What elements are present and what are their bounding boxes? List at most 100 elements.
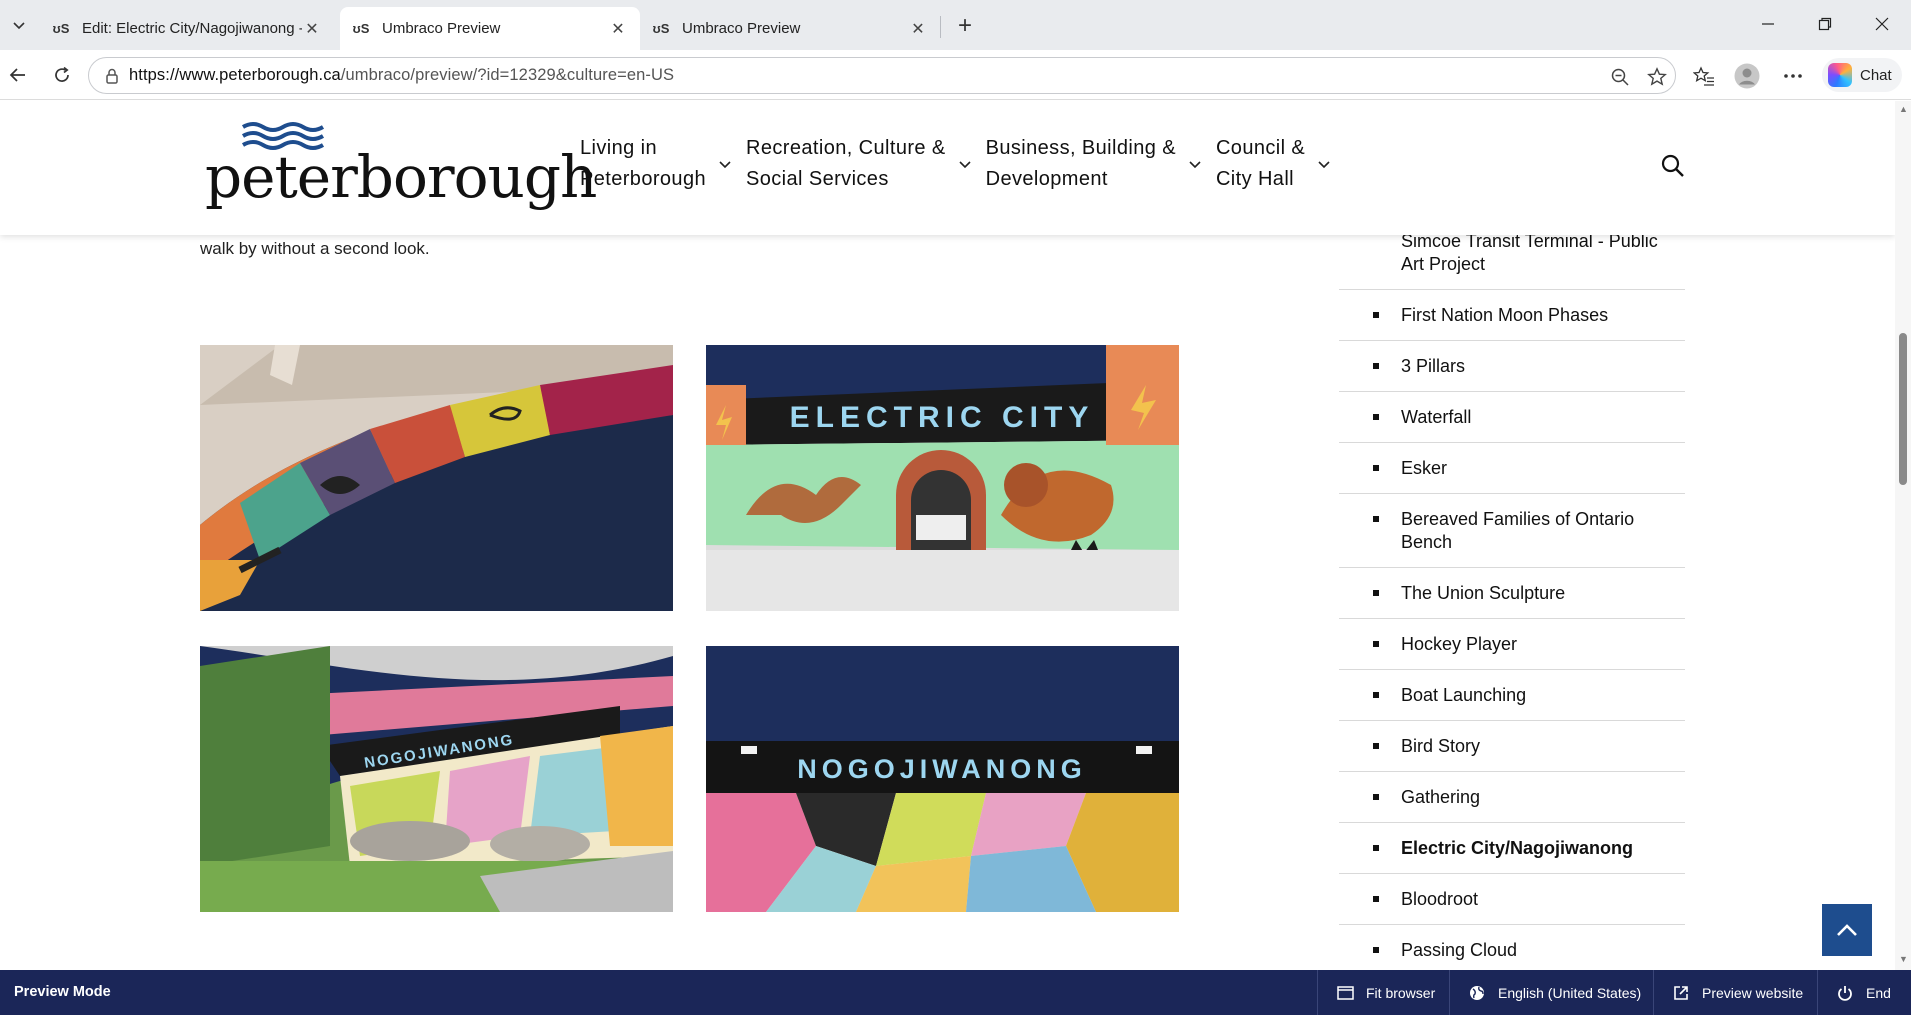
sidebar-item-gathering[interactable]: Gathering <box>1339 772 1685 823</box>
chat-label: Chat <box>1860 66 1892 84</box>
page-scrollbar[interactable]: ▲ ▼ <box>1895 101 1911 970</box>
umbraco-preview-bar: Preview Mode Fit browser English (United… <box>0 970 1911 1015</box>
umbraco-favicon-icon: ʊS <box>352 21 370 36</box>
scroll-up-arrow-icon[interactable]: ▲ <box>1899 104 1908 114</box>
new-tab-plus-icon[interactable]: + <box>950 11 980 41</box>
tab-umbraco-preview-active[interactable]: ʊS Umbraco Preview ✕ <box>340 7 640 50</box>
url-text[interactable]: https://www.peterborough.ca/umbraco/prev… <box>129 66 674 85</box>
chevron-down-icon[interactable] <box>1188 159 1202 169</box>
browser-tab-bar: ʊS Edit: Electric City/Nagojiwanong - ✕ … <box>0 0 1911 50</box>
electric-city-sign: ELECTRIC CITY <box>790 401 1095 434</box>
favorite-star-icon[interactable] <box>1644 64 1670 90</box>
gallery-image-arch[interactable] <box>200 345 673 611</box>
refresh-icon[interactable] <box>47 60 77 90</box>
sidebar-item-label: Passing Cloud <box>1401 940 1518 960</box>
bullet <box>1373 743 1379 749</box>
bullet <box>1373 312 1379 318</box>
nogojiwanong-sign-closeup: NOGOJIWANONG <box>797 754 1087 784</box>
scroll-down-arrow-icon[interactable]: ▼ <box>1899 954 1908 964</box>
nav-recreation-culture[interactable]: Recreation, Culture & Social Services <box>746 133 972 195</box>
bullet <box>1373 465 1379 471</box>
sidebar-item-hockey-player[interactable]: Hockey Player <box>1339 619 1685 670</box>
tab-edit-electric-city[interactable]: ʊS Edit: Electric City/Nagojiwanong - ✕ <box>40 7 334 50</box>
sidebar-item-electric-city-current[interactable]: Electric City/Nagojiwanong <box>1339 823 1685 874</box>
preview-website-label: Preview website <box>1702 984 1804 1001</box>
sidebar-item-bird-story[interactable]: Bird Story <box>1339 721 1685 772</box>
back-arrow-icon[interactable] <box>3 60 33 90</box>
bullet <box>1373 363 1379 369</box>
nav-business-building[interactable]: Business, Building & Development <box>986 133 1202 195</box>
window-close-icon[interactable] <box>1864 8 1900 40</box>
address-bar[interactable]: https://www.peterborough.ca/umbraco/prev… <box>88 57 1676 94</box>
preview-website-button[interactable]: Preview website <box>1653 970 1817 1015</box>
globe-icon <box>1468 984 1486 1002</box>
chevron-down-icon[interactable] <box>1317 159 1331 169</box>
sidebar-item-passing-cloud[interactable]: Passing Cloud <box>1339 925 1685 970</box>
back-to-top-button[interactable] <box>1822 904 1872 956</box>
copilot-icon <box>1828 63 1852 87</box>
gallery-image-nogojiwanong-wide[interactable]: NOGOJIWANONG <box>200 646 673 912</box>
restore-icon[interactable] <box>1807 8 1843 40</box>
sidebar-item-label: Boat Launching <box>1401 685 1527 705</box>
close-icon[interactable]: ✕ <box>908 19 928 39</box>
sidebar-item-bloodroot[interactable]: Bloodroot <box>1339 874 1685 925</box>
minimize-icon[interactable] <box>1750 8 1786 40</box>
nav-label-line1: Living in <box>580 137 657 159</box>
zoom-out-icon[interactable] <box>1607 64 1633 90</box>
favorites-list-icon[interactable] <box>1690 62 1718 90</box>
nav-label-line2: Development <box>985 168 1108 190</box>
sidebar-item-label: Hockey Player <box>1401 634 1518 654</box>
nav-council-city-hall[interactable]: Council & City Hall <box>1216 133 1331 195</box>
copilot-chat-button[interactable]: Chat <box>1822 58 1902 92</box>
url-path: /umbraco/preview/?id=12329&culture=en-US <box>340 66 675 84</box>
chevron-down-icon[interactable] <box>718 159 732 169</box>
fit-browser-button[interactable]: Fit browser <box>1317 970 1449 1015</box>
tab-list-chevron-icon[interactable] <box>4 11 34 39</box>
nav-label-line1: Business, Building & <box>985 137 1176 159</box>
nav-label: Recreation, Culture & Social Services <box>746 133 946 195</box>
sidebar-item-label: The Union Sculpture <box>1401 583 1566 603</box>
sidebar-item-3-pillars[interactable]: 3 Pillars <box>1339 341 1685 392</box>
sidebar-item-esker[interactable]: Esker <box>1339 443 1685 494</box>
scrollbar-thumb[interactable] <box>1899 333 1907 485</box>
power-icon <box>1836 984 1854 1002</box>
sidebar-item-bereaved-families[interactable]: Bereaved Families of Ontario Bench <box>1339 494 1685 568</box>
sidebar-item-label: Gathering <box>1401 787 1481 807</box>
lock-icon[interactable] <box>95 68 129 84</box>
sidebar-item-moon-phases[interactable]: First Nation Moon Phases <box>1339 290 1685 341</box>
nav-label-line2: Peterborough <box>580 168 707 190</box>
chevron-down-icon[interactable] <box>958 159 972 169</box>
gallery-image-nogojiwanong-closeup[interactable]: NOGOJIWANONG <box>706 646 1179 912</box>
tab-umbraco-preview[interactable]: ʊS Umbraco Preview ✕ <box>640 7 940 50</box>
close-icon[interactable]: ✕ <box>302 19 322 39</box>
peterborough-logo[interactable]: peterborough <box>205 121 597 211</box>
fit-browser-label: Fit browser <box>1366 984 1436 1001</box>
search-icon[interactable] <box>1660 153 1686 179</box>
tab-separator <box>940 16 941 38</box>
bullet <box>1373 845 1379 851</box>
sidebar-item-label: Bereaved Families of Ontario Bench <box>1401 509 1635 552</box>
language-label: English (United States) <box>1498 984 1642 1001</box>
sidebar-item-union-sculpture[interactable]: The Union Sculpture <box>1339 568 1685 619</box>
sidebar-item-waterfall[interactable]: Waterfall <box>1339 392 1685 443</box>
nav-label-line2: Social Services <box>746 168 889 190</box>
external-link-icon <box>1672 984 1690 1002</box>
logo-wordmark: peterborough <box>205 143 597 211</box>
bullet <box>1373 641 1379 647</box>
sidebar-item-boat-launching[interactable]: Boat Launching <box>1339 670 1685 721</box>
sidebar-item-label: Simcoe Transit Terminal - Public Art Pro… <box>1401 231 1658 274</box>
gallery-image-electric-city[interactable]: ELECTRIC CITY <box>706 345 1179 611</box>
sidebar-item-label: Waterfall <box>1401 407 1472 427</box>
more-options-icon[interactable] <box>1779 62 1807 90</box>
profile-avatar-icon[interactable] <box>1733 62 1761 90</box>
close-icon[interactable]: ✕ <box>608 19 628 39</box>
umbraco-favicon-icon: ʊS <box>52 21 70 36</box>
site-header: peterborough Living in Peterborough Recr… <box>0 101 1895 235</box>
nav-living-in-peterborough[interactable]: Living in Peterborough <box>580 133 732 195</box>
sidebar-item-label: Bird Story <box>1401 736 1481 756</box>
language-select-button[interactable]: English (United States) <box>1449 970 1653 1015</box>
main-navigation: Living in Peterborough Recreation, Cultu… <box>580 133 1345 195</box>
nav-label-line2: City Hall <box>1215 168 1295 190</box>
end-preview-button[interactable]: End <box>1817 970 1911 1015</box>
bullet <box>1373 896 1379 902</box>
